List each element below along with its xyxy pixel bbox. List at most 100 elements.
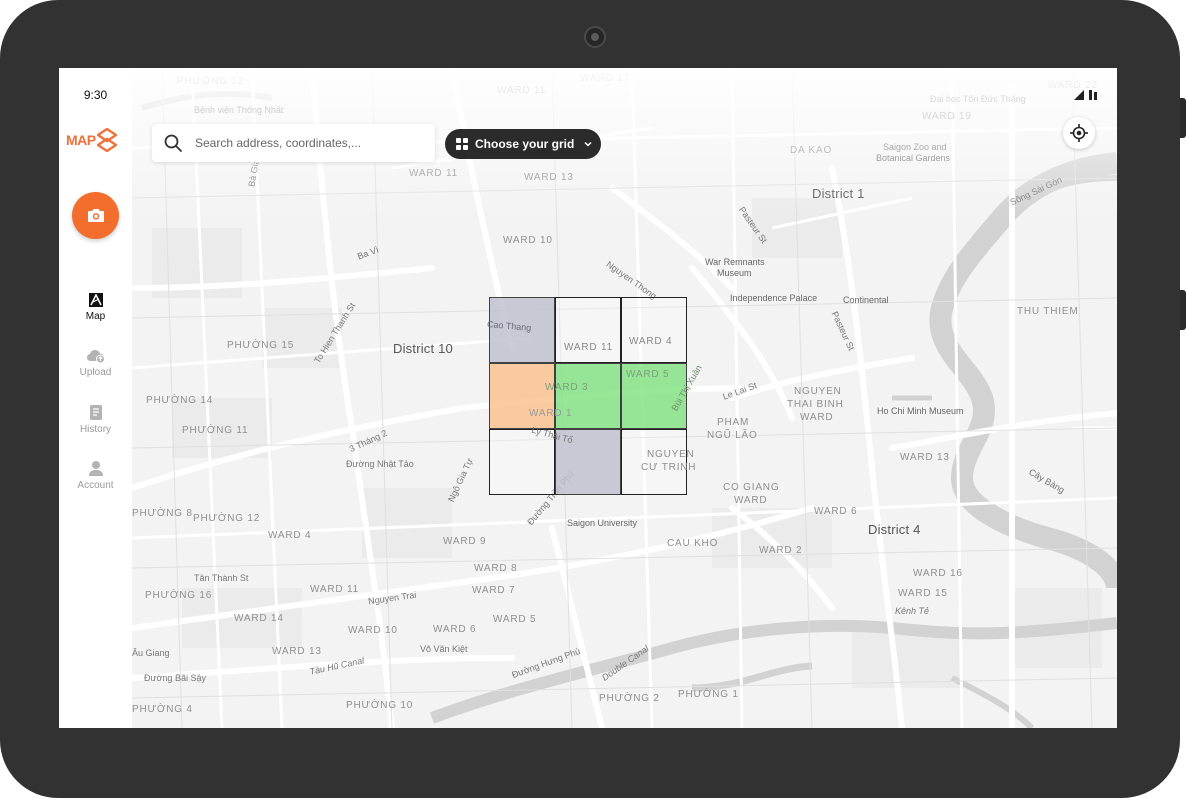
district-label: District 1 (812, 186, 865, 201)
camera-button[interactable] (72, 192, 119, 239)
locate-me-button[interactable] (1063, 117, 1095, 149)
map-label: Museum (717, 268, 752, 278)
map-label: NGUYEN (647, 449, 695, 460)
grid-cell[interactable] (621, 297, 687, 363)
street-label: Tân Thành St (194, 573, 249, 583)
chevron-down-icon (584, 141, 592, 147)
street-label: Đường Nhật Tảo (346, 459, 414, 469)
map-label: WARD 11 (409, 168, 458, 179)
map-label: Bệnh viện Thống Nhất (194, 105, 284, 115)
map-label: WARD 19 (922, 111, 972, 122)
nav-label-upload: Upload (79, 367, 112, 378)
map-label: PHƯỜNG 12 (193, 513, 261, 524)
history-icon (89, 405, 102, 420)
map-label: WARD 15 (898, 588, 948, 599)
map-label: Independence Palace (730, 293, 818, 303)
map-label: Botanical Gardens (876, 153, 951, 163)
map-label: PHƯỜNG 4 (132, 704, 193, 715)
status-icons (1074, 88, 1100, 106)
map-label: PHƯỜNG 14 (146, 395, 214, 406)
grid-cell[interactable] (489, 429, 555, 495)
app-screen: PHƯỜNG 12 Bệnh viện Thống Nhất WARD 17 W… (59, 68, 1117, 728)
map-label: Continental (843, 295, 889, 305)
map-label: PHƯỜNG 16 (145, 590, 213, 601)
map-label: PHƯỜNG 1 (678, 689, 739, 700)
map-label: PHƯỜNG 2 (599, 693, 660, 704)
map-label: WARD 2 (759, 545, 803, 556)
grid-cell[interactable] (489, 363, 555, 429)
map-label: NGŨ LÃO (707, 430, 758, 441)
signal-icon (1074, 90, 1097, 100)
map-label: WARD 13 (272, 646, 322, 657)
map-label: DA KAO (790, 145, 833, 156)
map-label: WARD 14 (234, 613, 284, 624)
map-label: WARD 1 (529, 408, 573, 419)
district-label: District 4 (868, 522, 921, 537)
choose-grid-button[interactable]: Choose your grid (445, 129, 601, 159)
map-label: WARD 7 (472, 585, 516, 596)
nav-item-history[interactable]: History (59, 404, 132, 435)
map-label: Đại học Tôn Đức Thắng (930, 94, 1026, 104)
power-button (1180, 290, 1186, 330)
grid-icon (456, 138, 468, 150)
cloud-upload-icon (86, 350, 105, 364)
map-label: WARD 13 (900, 452, 950, 463)
map-label: PHƯỜNG 15 (227, 340, 295, 351)
district-label: District 10 (393, 341, 453, 356)
map-label: CAU KHO (667, 538, 719, 549)
map-label: Ho Chi Minh Museum (877, 406, 964, 416)
map-label: THU THIEM (1017, 306, 1079, 317)
map-label: WARD 5 (626, 369, 670, 380)
map-label: PHƯỜNG 10 (346, 700, 414, 711)
map-label: WARD 11 (564, 342, 613, 353)
map-label: WARD 6 (433, 624, 477, 635)
search-input[interactable] (193, 135, 417, 151)
nav-label-history: History (79, 424, 112, 435)
nav-item-map[interactable]: Map (59, 292, 132, 322)
volume-button (1180, 98, 1186, 138)
status-time: 9:30 (83, 88, 108, 102)
map-label: WARD 16 (913, 568, 963, 579)
map-label: War Remnants (705, 257, 765, 267)
grid-overlay[interactable]: Cao Thang WARD 11 WARD 4 WARD 3 WARD 5 B… (487, 297, 704, 495)
map-label: WARD (734, 495, 768, 506)
map-label: WARD 13 (524, 172, 574, 183)
street-label: Kênh Tẻ (895, 606, 930, 616)
street-label: Võ Văn Kiệt (420, 644, 468, 654)
crosshair-icon (1070, 124, 1088, 142)
map-label: WARD 10 (503, 235, 553, 246)
front-camera (584, 26, 606, 48)
map-label: PHAM (717, 417, 750, 428)
map-label: Saigon University (567, 518, 638, 528)
nav-label-account: Account (77, 480, 114, 491)
map-icon (88, 293, 103, 307)
map-label: WARD 4 (268, 530, 312, 541)
app-logo: MAP (66, 128, 117, 152)
logo-text: MAP (66, 132, 96, 148)
search-bar[interactable] (152, 124, 435, 162)
nav-label-map: Map (85, 311, 106, 322)
map-label: PHƯỜNG 12 (177, 76, 245, 87)
map-label: NGUYEN (794, 386, 842, 397)
nav-item-account[interactable]: Account (59, 460, 132, 491)
street-label: Đường Bãi Sậy (144, 673, 206, 683)
map-label: WARD 6 (814, 506, 858, 517)
camera-icon (87, 209, 104, 222)
map-label: CO GIANG (723, 482, 780, 493)
grid-cell[interactable] (555, 297, 621, 363)
map-canvas[interactable]: PHƯỜNG 12 Bệnh viện Thống Nhất WARD 17 W… (132, 68, 1117, 728)
map-label: THAI BINH (787, 399, 844, 410)
map-label: WARD 11 (310, 584, 359, 595)
map-label: WARD 4 (629, 336, 673, 347)
map-label: WARD (800, 412, 834, 423)
map-label: WARD 11 (497, 85, 546, 96)
nav-item-upload[interactable]: Upload (59, 348, 132, 378)
grid-cell[interactable] (555, 363, 621, 429)
map-label: CƯ TRINH (641, 462, 697, 473)
map-label: PHƯỜNG 11 (182, 425, 249, 436)
map-label: Saigon Zoo and (883, 142, 947, 152)
map-label: WARD 10 (348, 625, 398, 636)
map-label: WARD 8 (474, 563, 518, 574)
street-label: Âu Giang (132, 648, 170, 658)
map-label: WARD 17 (580, 73, 630, 84)
